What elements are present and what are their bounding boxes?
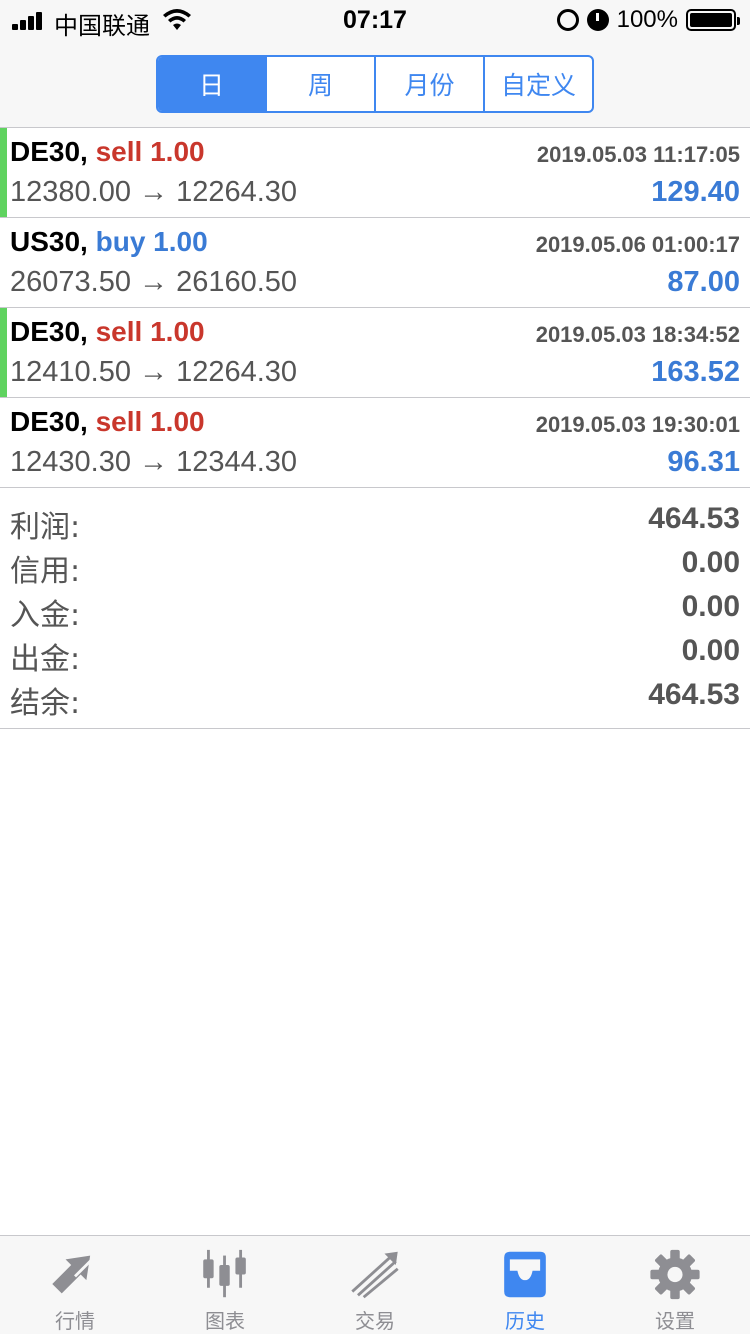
profit-value: 464.53 [648, 502, 740, 535]
tab-label: 交易 [355, 1309, 395, 1333]
status-bar: 中国联通 07:17 100% [0, 0, 750, 40]
deal-row[interactable]: US30, buy 1.00 2019.05.06 01:00:17 26073… [0, 218, 750, 308]
deal-type: sell 1.00 [95, 316, 205, 347]
deal-type: sell 1.00 [95, 406, 205, 437]
deal-time: 2019.05.03 11:17:05 [536, 142, 740, 167]
profit-label: 利润: [10, 510, 81, 545]
deal-type: buy 1.00 [95, 226, 208, 257]
deal-marker [0, 308, 7, 397]
tab-trade[interactable]: 交易 [300, 1236, 450, 1334]
tab-label: 行情 [55, 1309, 95, 1333]
deal-symbol: US30, [10, 226, 88, 257]
summary-row-credit: 信用: 0.00 [0, 542, 750, 589]
trade-icon [351, 1251, 399, 1299]
deal-symbol: DE30, [10, 136, 88, 167]
summary-row-balance: 结余: 464.53 [0, 674, 750, 721]
deal-marker [0, 128, 7, 217]
battery-icon [686, 9, 740, 31]
summary-row-withdrawal: 出金: 0.00 [0, 630, 750, 677]
tab-label: 历史 [505, 1309, 545, 1333]
tab-label: 设置 [655, 1309, 695, 1333]
withdrawal-label: 出金: [10, 642, 81, 677]
deal-symbol: DE30, [10, 406, 88, 437]
deal-time: 2019.05.03 19:30:01 [535, 412, 740, 437]
deal-type: sell 1.00 [95, 136, 205, 167]
segment-day[interactable]: 日 [158, 57, 265, 111]
deal-prices: 12410.50 → 12264.30 [10, 356, 298, 388]
quotes-icon [52, 1255, 94, 1294]
tab-quotes[interactable]: 行情 [0, 1236, 150, 1334]
deal-profit: 129.40 [651, 176, 740, 208]
history-screen: 中国联通 07:17 100% 日 周 月份 自定义 DE30, sell 1.… [0, 0, 750, 1334]
deal-time: 2019.05.06 01:00:17 [535, 232, 740, 257]
battery-percent: 100% [616, 6, 678, 33]
deal-symbol: DE30, [10, 316, 88, 347]
summary-row-profit: 利润: 464.53 [0, 498, 750, 545]
credit-label: 信用: [10, 554, 81, 589]
deal-row[interactable]: DE30, sell 1.00 2019.05.03 19:30:01 1243… [0, 398, 750, 488]
balance-label: 结余: [10, 686, 81, 721]
deal-profit: 87.00 [667, 266, 740, 298]
deposit-value: 0.00 [681, 590, 740, 623]
period-segmented-control: 日 周 月份 自定义 [156, 55, 594, 113]
tab-settings[interactable]: 设置 [600, 1236, 750, 1334]
tab-chart[interactable]: 图表 [150, 1236, 300, 1334]
segment-month[interactable]: 月份 [374, 57, 483, 111]
summary-row-deposit: 入金: 0.00 [0, 586, 750, 633]
deal-row[interactable]: DE30, sell 1.00 2019.05.03 18:34:52 1241… [0, 308, 750, 398]
header: 日 周 月份 自定义 [0, 40, 750, 128]
segment-week[interactable]: 周 [265, 57, 374, 111]
deal-prices: 26073.50 → 26160.50 [10, 266, 298, 298]
deal-prices: 12380.00 → 12264.30 [10, 176, 298, 208]
deal-prices: 12430.30 → 12344.30 [10, 446, 298, 478]
deal-time: 2019.05.03 18:34:52 [535, 322, 740, 347]
account-summary: 利润: 464.53 信用: 0.00 入金: 0.00 出金: 0.00 结余… [0, 488, 750, 729]
withdrawal-value: 0.00 [681, 634, 740, 667]
deal-profit: 96.31 [667, 446, 740, 478]
tab-label: 图表 [205, 1309, 245, 1333]
credit-value: 0.00 [681, 546, 740, 579]
alarm-icon [586, 9, 609, 31]
deposit-label: 入金: [10, 598, 81, 633]
balance-value: 464.53 [648, 678, 740, 711]
settings-icon [650, 1249, 700, 1300]
tab-bar: 行情 图表 交易 历史 设置 [0, 1235, 750, 1334]
history-icon [504, 1251, 546, 1298]
deal-profit: 163.52 [651, 356, 740, 388]
tab-history[interactable]: 历史 [450, 1236, 600, 1334]
chart-icon [203, 1249, 246, 1298]
segment-custom[interactable]: 自定义 [483, 57, 592, 111]
orientation-lock-icon [556, 9, 579, 31]
deal-row[interactable]: DE30, sell 1.00 2019.05.03 11:17:05 1238… [0, 128, 750, 218]
deals-list: DE30, sell 1.00 2019.05.03 11:17:05 1238… [0, 128, 750, 488]
